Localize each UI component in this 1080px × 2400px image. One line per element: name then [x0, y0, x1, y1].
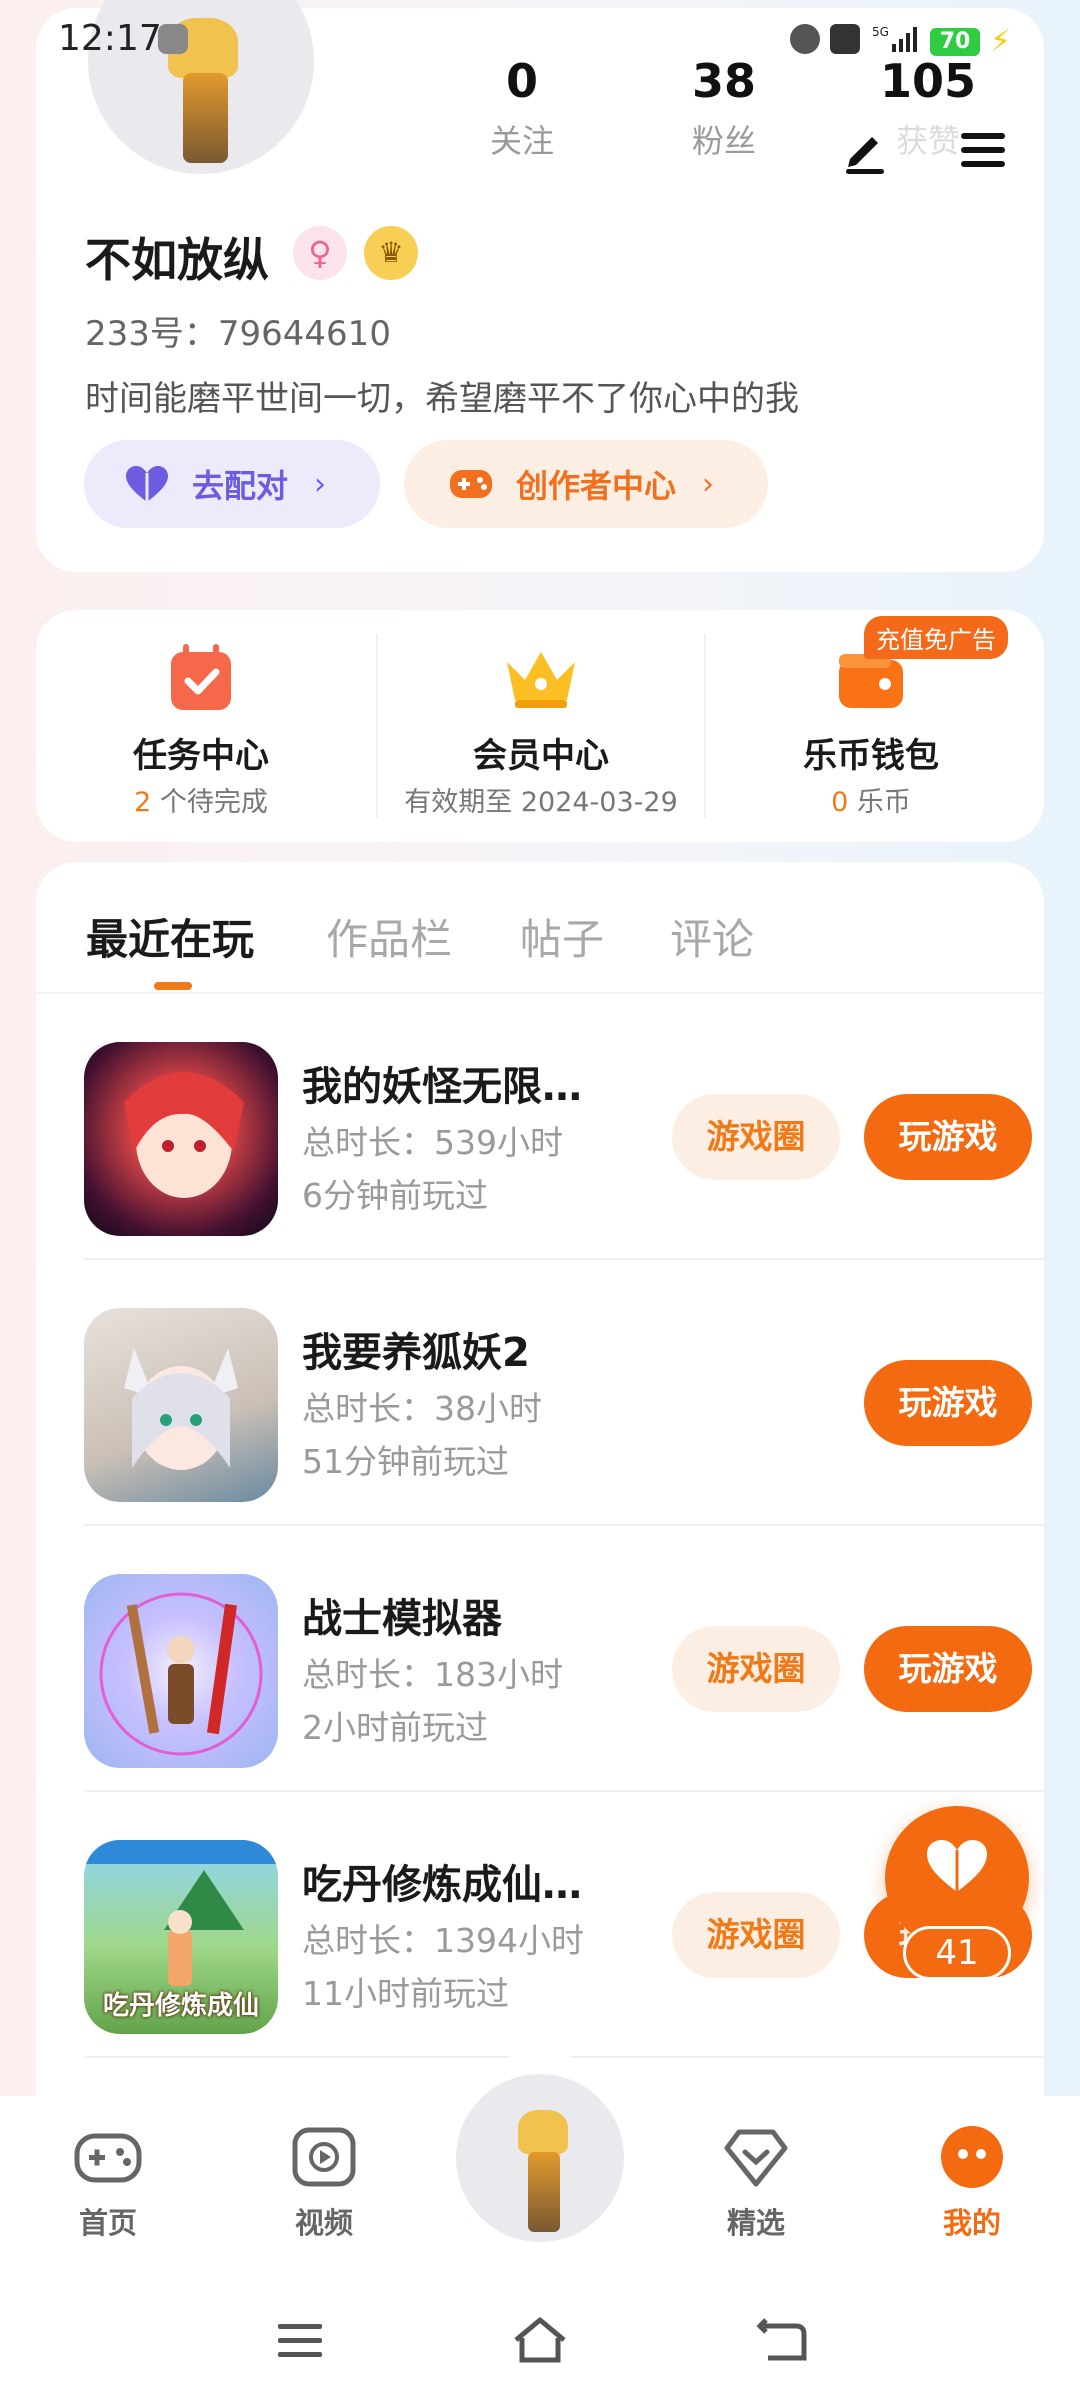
coin-unit: 乐币: [848, 787, 911, 818]
task-count: 2: [134, 787, 152, 818]
game-circle-button[interactable]: 游戏圈: [672, 1626, 840, 1712]
creator-button-label: 创作者中心: [516, 467, 677, 505]
game-last-played: 2小时前玩过: [302, 1708, 488, 1747]
match-button[interactable]: 去配对 ›: [84, 440, 380, 528]
heart-icon: [927, 1840, 987, 1892]
game-name: 吃丹修炼成仙…: [302, 1862, 582, 1908]
game-total-time: 总时长：1394小时: [302, 1921, 584, 1960]
calendar-check-icon: [161, 638, 241, 718]
signal-icon: 5G: [872, 24, 918, 54]
coin-count: 0: [831, 787, 849, 818]
chevron-right-icon: ›: [314, 466, 327, 502]
system-nav-bar: [0, 2286, 1080, 2400]
status-time: 12:17: [58, 18, 162, 59]
game-total-time: 总时长：539小时: [302, 1123, 563, 1162]
profile-face-icon: [937, 2124, 1007, 2190]
game-thumbnail[interactable]: [84, 1042, 278, 1236]
like-count-badge: 41: [903, 1926, 1011, 1980]
svg-text:5G: 5G: [872, 25, 889, 39]
user-id: 233号：79644610: [85, 314, 391, 354]
home-icon[interactable]: [510, 2314, 570, 2368]
member-center-title: 会员中心: [473, 736, 609, 776]
game-last-played: 6分钟前玩过: [302, 1176, 488, 1215]
game-thumbnail[interactable]: [84, 1308, 278, 1502]
task-sub-text: 个待完成: [151, 787, 268, 818]
game-circle-button[interactable]: 游戏圈: [672, 1094, 840, 1180]
charging-icon: ⚡: [990, 24, 1012, 59]
crown-icon: ♛: [364, 226, 418, 280]
tab-posts[interactable]: 帖子: [520, 906, 604, 967]
nav-me-label: 我的: [942, 2206, 1001, 2240]
heart-pair-icon: [124, 464, 170, 504]
task-center-sub: 2 个待完成: [36, 780, 366, 819]
username: 不如放纵: [85, 233, 269, 287]
member-expiry: 有效期至 2024-03-29: [404, 787, 678, 818]
wallet-title: 乐币钱包: [803, 736, 939, 776]
game-thumbnail[interactable]: [84, 1574, 278, 1768]
nav-video[interactable]: 视频: [254, 2124, 394, 2242]
heart-gem-icon: [721, 2124, 791, 2190]
video-play-icon: [289, 2124, 359, 2190]
game-name: 我的妖怪无限…: [302, 1064, 582, 1110]
game-app-icon: [158, 24, 188, 54]
user-bio: 时间能磨平世间一切，希望磨平不了你心中的我: [85, 379, 799, 419]
profile-card: 0 关注 38 粉丝 105 获赞 不如放纵 ♀ ♛ 233号：79644610…: [36, 0, 1044, 572]
battery-indicator: 70: [930, 28, 980, 56]
play-game-button[interactable]: 玩游戏: [864, 1626, 1032, 1712]
tab-indicator: [154, 982, 192, 990]
nav-home[interactable]: 首页: [38, 2124, 178, 2242]
task-center-title: 任务中心: [133, 736, 269, 776]
nav-me[interactable]: 我的: [902, 2124, 1042, 2242]
hd-icon: [830, 24, 860, 54]
gender-female-icon: ♀: [293, 226, 347, 280]
nav-video-label: 视频: [294, 2206, 353, 2240]
tab-comments[interactable]: 评论: [670, 906, 754, 967]
fans-label: 粉丝: [691, 122, 756, 160]
tab-recent[interactable]: 最近在玩: [86, 906, 254, 967]
game-thumbnail[interactable]: 吃丹修炼成仙: [84, 1840, 278, 2034]
game-name: 我要养狐妖2: [302, 1330, 530, 1376]
member-center-sub: 有效期至 2024-03-29: [376, 780, 706, 819]
task-center[interactable]: 任务中心 2 个待完成: [36, 610, 366, 842]
alarm-icon: [790, 24, 820, 54]
crown-icon: [501, 638, 581, 718]
nav-featured-label: 精选: [726, 2206, 785, 2240]
following-label: 关注: [489, 122, 554, 160]
center-avatar-button[interactable]: [456, 2074, 624, 2242]
content-card: 最近在玩 作品栏 帖子 评论 我的妖怪无限… 总时长：539小时 6分钟前玩过 …: [36, 862, 1044, 2162]
game-last-played: 51分钟前玩过: [302, 1442, 509, 1481]
nav-home-label: 首页: [78, 2206, 137, 2240]
edit-icon[interactable]: [840, 125, 890, 175]
game-row[interactable]: 战士模拟器 总时长：183小时 2小时前玩过 游戏圈 玩游戏: [84, 1526, 1044, 1792]
match-button-label: 去配对: [192, 467, 289, 505]
recharge-promo-tag: 充值免广告: [864, 616, 1008, 659]
recent-apps-icon[interactable]: [270, 2314, 330, 2368]
status-bar: 12:17 5G 70 ⚡: [0, 0, 1080, 80]
play-game-button[interactable]: 玩游戏: [864, 1094, 1032, 1180]
game-circle-button[interactable]: 游戏圈: [672, 1892, 840, 1978]
game-row[interactable]: 我的妖怪无限… 总时长：539小时 6分钟前玩过 游戏圈 玩游戏: [84, 994, 1044, 1260]
chevron-right-icon: ›: [702, 466, 715, 502]
services-card: 任务中心 2 个待完成 会员中心 有效期至 2024-03-29 乐币钱包 0 …: [36, 610, 1044, 842]
wallet-sub: 0 乐币: [706, 780, 1036, 819]
gamepad-icon: [73, 2124, 143, 2190]
menu-icon[interactable]: [958, 125, 1008, 175]
game-total-time: 总时长：183小时: [302, 1655, 563, 1694]
member-center[interactable]: 会员中心 有效期至 2024-03-29: [376, 610, 706, 842]
nav-featured[interactable]: 精选: [686, 2124, 826, 2242]
game-row[interactable]: 我要养狐妖2 总时长：38小时 51分钟前玩过 玩游戏: [84, 1260, 1044, 1526]
game-last-played: 11小时前玩过: [302, 1974, 509, 2013]
play-game-button[interactable]: 玩游戏: [864, 1360, 1032, 1446]
back-icon[interactable]: [752, 2314, 812, 2368]
game-thumbnail-caption: 吃丹修炼成仙: [102, 1991, 259, 2021]
game-total-time: 总时长：38小时: [302, 1389, 542, 1428]
game-name: 战士模拟器: [302, 1596, 502, 1642]
creator-center-button[interactable]: 创作者中心 ›: [404, 440, 768, 528]
gamepad-icon: [448, 464, 494, 504]
tab-works[interactable]: 作品栏: [326, 906, 452, 967]
